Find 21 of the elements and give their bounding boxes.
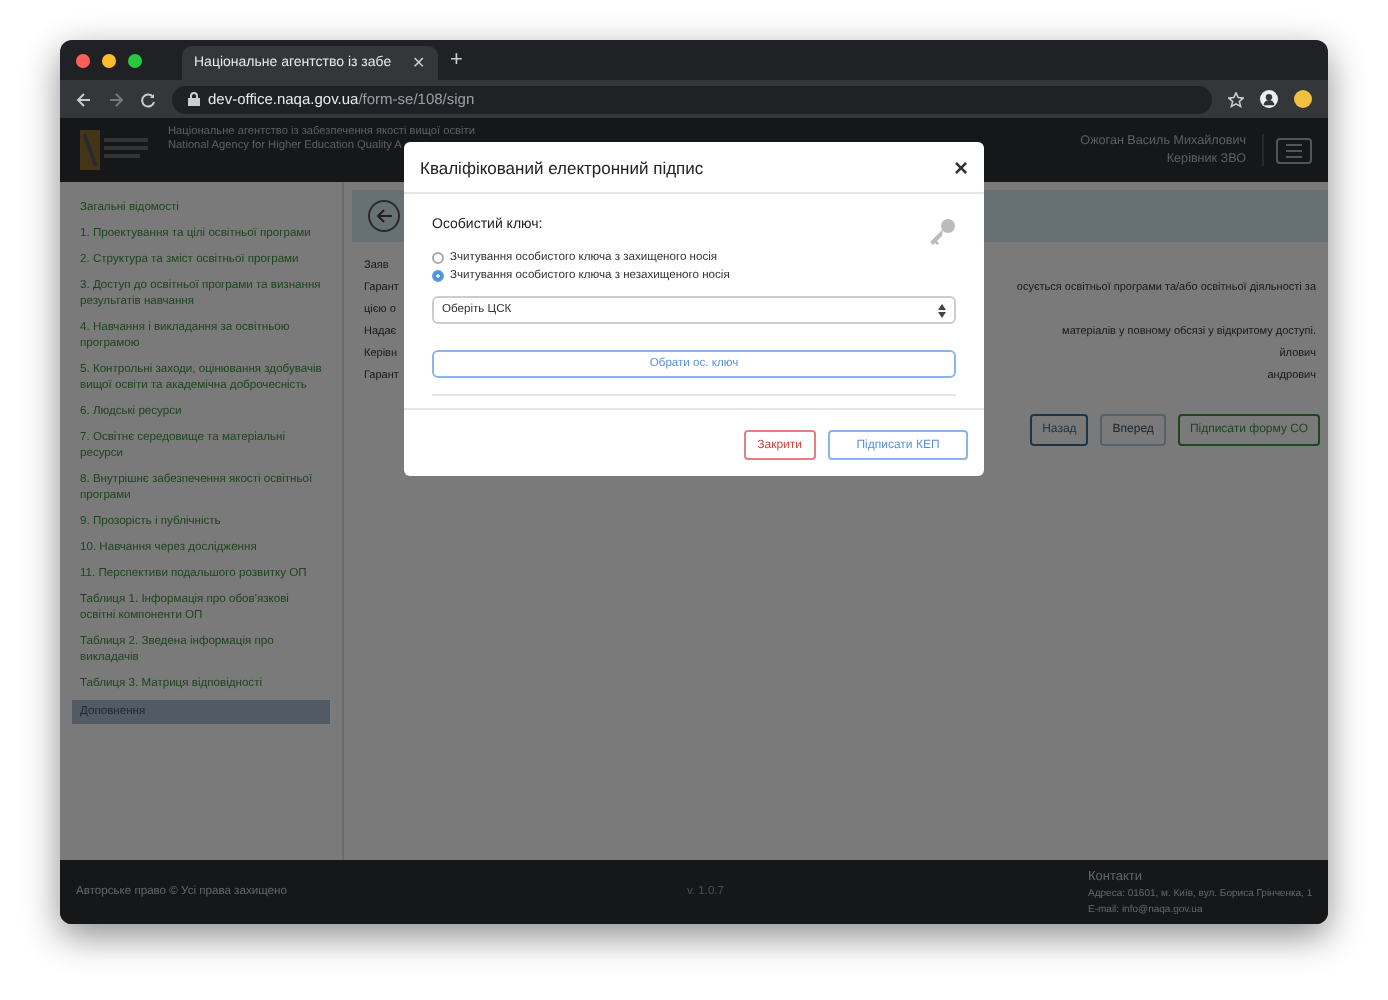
select-arrows-icon [938,303,946,317]
reload-icon[interactable] [140,91,156,107]
forward-icon[interactable] [108,91,124,107]
back-button[interactable] [368,200,400,232]
back-arrow-icon [375,208,393,224]
menu-icon[interactable] [1276,137,1312,163]
extension-icon[interactable] [1294,90,1312,108]
back-icon[interactable] [76,91,92,107]
minimize-window-icon[interactable] [102,53,116,67]
radio-icon[interactable] [432,252,444,264]
close-tab-icon[interactable]: ✕ [412,54,426,72]
dialog-title: Кваліфікований електронний підпис [420,157,704,177]
close-window-icon[interactable] [76,53,90,67]
star-icon[interactable] [1228,91,1244,107]
radio-icon[interactable] [432,270,444,282]
profile-icon[interactable] [1260,90,1278,108]
new-tab-icon[interactable]: + [450,48,463,72]
key-icon [928,218,956,246]
maximize-window-icon[interactable] [128,53,142,67]
close-icon[interactable]: × [953,153,968,181]
lock-icon [188,92,200,106]
